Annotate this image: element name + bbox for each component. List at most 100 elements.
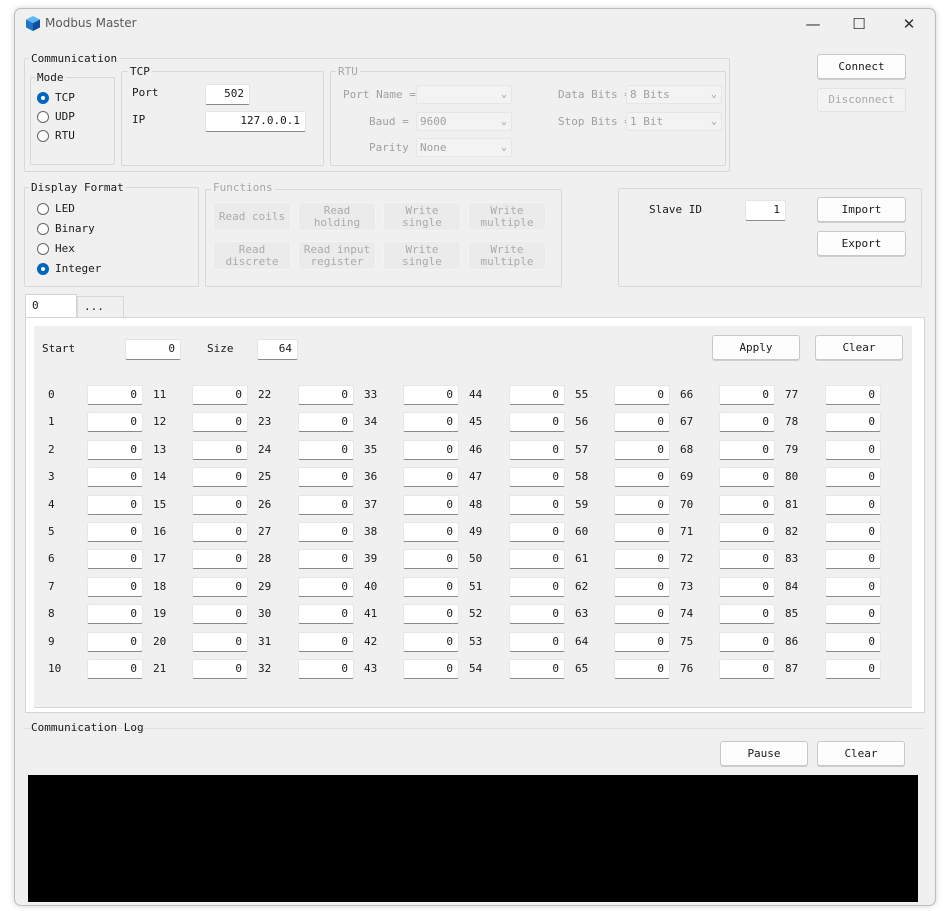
register-value-input[interactable]: 0 bbox=[614, 577, 670, 597]
disconnect-button[interactable]: Disconnect bbox=[817, 88, 906, 112]
port-name-select[interactable]: ⌄ bbox=[416, 85, 512, 104]
register-value-input[interactable]: 0 bbox=[825, 467, 881, 487]
mode-tcp-radio[interactable]: TCP bbox=[37, 91, 75, 105]
mode-rtu-radio[interactable]: RTU bbox=[37, 129, 75, 143]
data-bits-select[interactable]: 8 Bits ⌄ bbox=[626, 85, 722, 104]
register-value-input[interactable]: 0 bbox=[192, 522, 248, 542]
register-value-input[interactable]: 0 bbox=[825, 385, 881, 405]
register-value-input[interactable]: 0 bbox=[719, 577, 775, 597]
register-value-input[interactable]: 0 bbox=[192, 604, 248, 624]
format-hex-radio[interactable]: Hex bbox=[37, 242, 75, 256]
write-multiple-button[interactable]: Write multiple bbox=[468, 202, 546, 231]
register-value-input[interactable]: 0 bbox=[403, 632, 459, 652]
tab-more[interactable]: ... bbox=[77, 296, 124, 317]
register-value-input[interactable]: 0 bbox=[403, 604, 459, 624]
register-value-input[interactable]: 0 bbox=[509, 659, 565, 679]
import-button[interactable]: Import bbox=[817, 197, 906, 222]
register-value-input[interactable]: 0 bbox=[509, 577, 565, 597]
close-button[interactable]: ✕ bbox=[886, 9, 932, 39]
register-value-input[interactable]: 0 bbox=[719, 440, 775, 460]
register-value-input[interactable]: 0 bbox=[298, 659, 354, 679]
format-integer-radio[interactable]: Integer bbox=[37, 262, 101, 276]
register-value-input[interactable]: 0 bbox=[403, 467, 459, 487]
register-value-input[interactable]: 0 bbox=[719, 385, 775, 405]
register-value-input[interactable]: 0 bbox=[825, 577, 881, 597]
register-value-input[interactable]: 0 bbox=[825, 440, 881, 460]
register-value-input[interactable]: 0 bbox=[614, 440, 670, 460]
write-multiple-registers-button[interactable]: Write multiple bbox=[468, 241, 546, 270]
register-value-input[interactable]: 0 bbox=[614, 632, 670, 652]
register-value-input[interactable]: 0 bbox=[719, 412, 775, 432]
register-value-input[interactable]: 0 bbox=[87, 522, 143, 542]
clear-log-button[interactable]: Clear bbox=[817, 741, 905, 766]
register-value-input[interactable]: 0 bbox=[403, 385, 459, 405]
register-value-input[interactable]: 0 bbox=[87, 495, 143, 515]
register-value-input[interactable]: 0 bbox=[614, 659, 670, 679]
register-value-input[interactable]: 0 bbox=[403, 440, 459, 460]
register-value-input[interactable]: 0 bbox=[87, 412, 143, 432]
ip-input[interactable]: 127.0.0.1 bbox=[205, 111, 306, 132]
register-value-input[interactable]: 0 bbox=[192, 467, 248, 487]
slave-id-input[interactable]: 1 bbox=[745, 200, 786, 221]
apply-button[interactable]: Apply bbox=[712, 335, 800, 360]
register-value-input[interactable]: 0 bbox=[87, 632, 143, 652]
read-discrete-button[interactable]: Read discrete bbox=[213, 241, 291, 270]
register-value-input[interactable]: 0 bbox=[298, 495, 354, 515]
mode-udp-radio[interactable]: UDP bbox=[37, 110, 75, 124]
tab-0[interactable]: 0 bbox=[25, 294, 77, 318]
read-holding-button[interactable]: Read holding bbox=[298, 202, 376, 231]
register-value-input[interactable]: 0 bbox=[614, 467, 670, 487]
register-value-input[interactable]: 0 bbox=[614, 412, 670, 432]
register-value-input[interactable]: 0 bbox=[509, 632, 565, 652]
port-input[interactable]: 502 bbox=[205, 84, 250, 105]
read-coils-button[interactable]: Read coils bbox=[213, 202, 291, 231]
register-value-input[interactable]: 0 bbox=[509, 549, 565, 569]
clear-registers-button[interactable]: Clear bbox=[815, 335, 903, 360]
communication-log-output[interactable] bbox=[28, 775, 918, 902]
size-input[interactable]: 64 bbox=[257, 339, 298, 360]
register-value-input[interactable]: 0 bbox=[719, 522, 775, 542]
register-value-input[interactable]: 0 bbox=[825, 412, 881, 432]
register-value-input[interactable]: 0 bbox=[298, 412, 354, 432]
register-value-input[interactable]: 0 bbox=[614, 604, 670, 624]
register-value-input[interactable]: 0 bbox=[298, 549, 354, 569]
register-value-input[interactable]: 0 bbox=[825, 495, 881, 515]
format-binary-radio[interactable]: Binary bbox=[37, 222, 95, 236]
register-value-input[interactable]: 0 bbox=[403, 412, 459, 432]
register-value-input[interactable]: 0 bbox=[719, 632, 775, 652]
register-value-input[interactable]: 0 bbox=[614, 522, 670, 542]
connect-button[interactable]: Connect bbox=[817, 54, 906, 79]
register-value-input[interactable]: 0 bbox=[509, 604, 565, 624]
register-value-input[interactable]: 0 bbox=[192, 659, 248, 679]
register-value-input[interactable]: 0 bbox=[719, 549, 775, 569]
register-value-input[interactable]: 0 bbox=[298, 522, 354, 542]
register-value-input[interactable]: 0 bbox=[192, 577, 248, 597]
register-value-input[interactable]: 0 bbox=[719, 604, 775, 624]
write-single-register-button[interactable]: Write single bbox=[383, 241, 461, 270]
register-value-input[interactable]: 0 bbox=[87, 659, 143, 679]
register-value-input[interactable]: 0 bbox=[509, 522, 565, 542]
register-value-input[interactable]: 0 bbox=[87, 549, 143, 569]
register-value-input[interactable]: 0 bbox=[825, 549, 881, 569]
register-value-input[interactable]: 0 bbox=[509, 440, 565, 460]
register-value-input[interactable]: 0 bbox=[509, 467, 565, 487]
register-value-input[interactable]: 0 bbox=[403, 495, 459, 515]
write-single-button[interactable]: Write single bbox=[383, 202, 461, 231]
register-value-input[interactable]: 0 bbox=[298, 385, 354, 405]
register-value-input[interactable]: 0 bbox=[719, 467, 775, 487]
minimize-button[interactable]: — bbox=[790, 9, 836, 39]
register-value-input[interactable]: 0 bbox=[298, 604, 354, 624]
register-value-input[interactable]: 0 bbox=[403, 659, 459, 679]
register-value-input[interactable]: 0 bbox=[87, 440, 143, 460]
register-value-input[interactable]: 0 bbox=[825, 632, 881, 652]
register-value-input[interactable]: 0 bbox=[87, 577, 143, 597]
register-value-input[interactable]: 0 bbox=[192, 440, 248, 460]
register-value-input[interactable]: 0 bbox=[87, 604, 143, 624]
register-value-input[interactable]: 0 bbox=[825, 604, 881, 624]
export-button[interactable]: Export bbox=[817, 231, 906, 256]
register-value-input[interactable]: 0 bbox=[509, 385, 565, 405]
start-input[interactable]: 0 bbox=[125, 339, 181, 360]
maximize-button[interactable]: ☐ bbox=[836, 9, 882, 39]
pause-button[interactable]: Pause bbox=[720, 741, 808, 766]
register-value-input[interactable]: 0 bbox=[192, 412, 248, 432]
